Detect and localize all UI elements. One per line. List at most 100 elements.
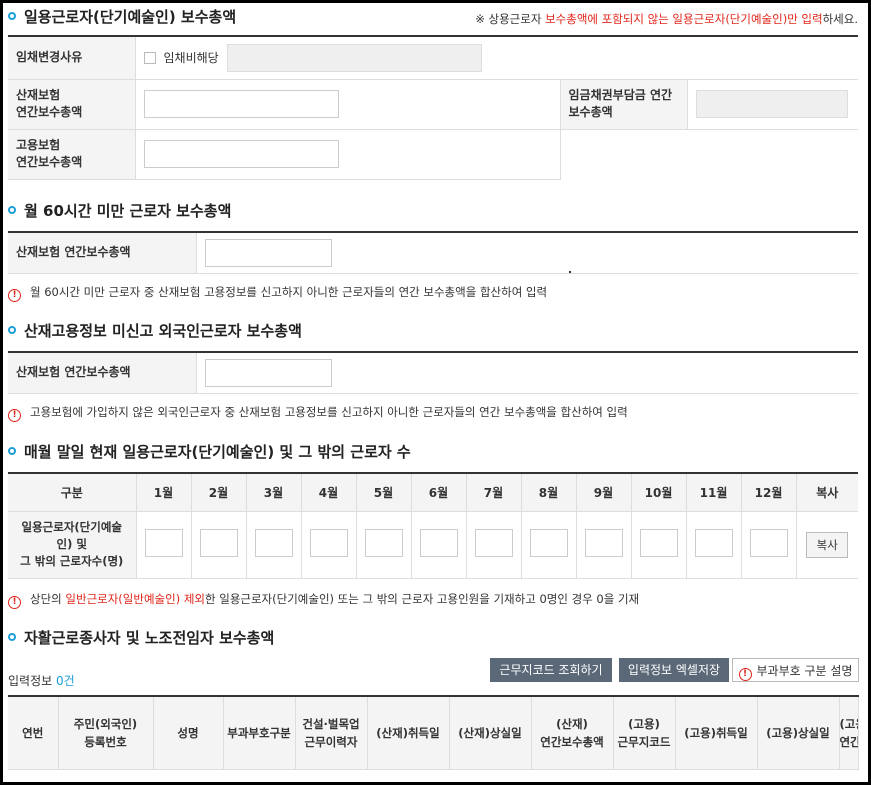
notice-highlight: 보수총액에 포함되지 않는 일용근로자(단기예술인)만 입력 xyxy=(545,12,823,26)
list-col-header: (고용)상실일 xyxy=(757,696,840,770)
month-cell xyxy=(136,511,192,579)
report-form-page: 일용근로자(단기예술인) 보수총액 ※ 상용근로자 보수총액에 포함되지 않는 … xyxy=(3,3,868,782)
month-cell xyxy=(411,511,467,579)
label-line: 일용근로자(단기예술 xyxy=(21,520,122,534)
col-header-copy: 복사 xyxy=(796,473,858,512)
copy-cell: 복사 xyxy=(796,511,858,579)
table-header-row: 구분 1월 2월 3월 4월 5월 6월 7월 8월 9월 10월 11월 12월 복사 xyxy=(8,473,858,512)
label-line: 그 밖의 근로자수(명) xyxy=(20,554,124,568)
selfemp-list-table: 연번 주민(외국인) 등록번호 성명 부과부호구분 건설·벌목업 근무이력자 (산재)취득일 (… xyxy=(8,695,859,770)
reason-input xyxy=(226,43,482,72)
section-bullet-icon xyxy=(8,326,16,334)
header-line: 연간보 xyxy=(839,734,858,749)
foreign-label: 산재보험 연간보수총액 xyxy=(8,352,197,394)
month-count-input[interactable] xyxy=(364,529,403,557)
month-count-input[interactable] xyxy=(694,529,733,557)
header-line: 성명 xyxy=(177,725,199,740)
month-count-input[interactable] xyxy=(639,529,678,557)
section-title-text: 매월 말일 현재 일용근로자(단기예술인) 및 그 밖의 근로자 수 xyxy=(24,443,411,461)
sanjae-annual-wage-input[interactable] xyxy=(143,90,339,118)
wage-bond-cell xyxy=(687,79,859,130)
month-count-input[interactable] xyxy=(254,529,293,557)
month-cell xyxy=(246,511,302,579)
month-cell xyxy=(356,511,412,579)
header-line: (고용)상실일 xyxy=(766,725,830,740)
month-cell xyxy=(191,511,247,579)
foreign-note: ! 고용보험에 가입하지 않은 외국인근로자 중 산재보험 고용정보를 신고하지 … xyxy=(8,404,628,422)
month-count-input[interactable] xyxy=(474,529,513,557)
list-col-header: (산재)취득일 xyxy=(367,696,450,770)
section-bullet-icon xyxy=(8,206,16,214)
notice-prefix: ※ 상용근로자 xyxy=(475,12,546,26)
month-count-input[interactable] xyxy=(144,529,183,557)
col-header-month: 11월 xyxy=(686,473,742,512)
col-header-month: 8월 xyxy=(521,473,577,512)
under60-table: 산재보험 연간보수총액 xyxy=(8,231,858,274)
header-line: 근무이력자 xyxy=(304,734,358,749)
header-line: (산재) xyxy=(556,716,588,731)
note-text: 월 60시간 미만 근로자 중 산재보험 고용정보를 신고하지 아니한 근로자들… xyxy=(30,285,548,299)
foreign-wage-input[interactable] xyxy=(204,358,332,387)
foreign-cell xyxy=(196,352,858,394)
label-line: 인) 및 xyxy=(56,537,87,551)
warning-icon: ! xyxy=(8,289,21,302)
stray-dot xyxy=(569,271,571,273)
window-frame: 일용근로자(단기예술인) 보수총액 ※ 상용근로자 보수총액에 포함되지 않는 … xyxy=(0,0,871,785)
table-row: 산재보험 연간보수총액 임금채권부담금 연간 보수총액 xyxy=(8,79,859,130)
label-line: 고용보험 xyxy=(16,138,61,152)
note-highlight: 일반근로자(일반예술인) 제외 xyxy=(65,592,205,606)
header-line: (고용)취득일 xyxy=(684,725,748,740)
note-prefix: 상단의 xyxy=(30,592,66,606)
list-col-header: 부과부호구분 xyxy=(223,696,296,770)
reason-cell: 임채비해당 xyxy=(135,36,859,80)
foreign-table: 산재보험 연간보수총액 xyxy=(8,351,858,394)
section-title-under60: 월 60시간 미만 근로자 보수총액 xyxy=(8,200,231,222)
table-header-row: 연번 주민(외국인) 등록번호 성명 부과부호구분 건설·벌목업 근무이력자 (산재)취득일 (… xyxy=(8,696,859,770)
header-line: (산재)상실일 xyxy=(458,725,522,740)
month-count-input[interactable] xyxy=(419,529,458,557)
copy-button[interactable]: 복사 xyxy=(806,531,849,558)
section-bullet-icon xyxy=(8,633,16,641)
col-header-month: 1월 xyxy=(136,473,192,512)
list-col-header: 성명 xyxy=(153,696,224,770)
col-header-month: 9월 xyxy=(576,473,632,512)
table-row: 산재보험 연간보수총액 xyxy=(8,352,858,394)
header-line: (산재)취득일 xyxy=(376,725,440,740)
month-count-input[interactable] xyxy=(584,529,623,557)
list-col-header: 연번 xyxy=(8,696,59,770)
note-text: 고용보험에 가입하지 않은 외국인근로자 중 산재보험 고용정보를 신고하지 아… xyxy=(30,405,628,419)
info-label: 입력정보 xyxy=(8,674,56,688)
month-count-input[interactable] xyxy=(749,529,788,557)
col-header-month: 3월 xyxy=(246,473,302,512)
list-col-header: (고용)취득일 xyxy=(675,696,758,770)
lookup-workplace-code-button[interactable]: 근무지코드 조회하기 xyxy=(490,658,612,682)
section-title-monthly: 매월 말일 현재 일용근로자(단기예술인) 및 그 밖의 근로자 수 xyxy=(8,441,411,463)
section-title-daily: 일용근로자(단기예술인) 보수총액 xyxy=(8,6,236,28)
under60-wage-input[interactable] xyxy=(204,238,332,267)
col-header-month: 6월 xyxy=(411,473,467,512)
reason-label: 임채변경사유 xyxy=(8,36,136,80)
goyong-annual-wage-input[interactable] xyxy=(143,140,339,168)
section-title-text: 일용근로자(단기예술인) 보수총액 xyxy=(24,8,237,26)
list-col-header: (고용) 근무지코드 xyxy=(613,696,676,770)
list-col-header: 건설·벌목업근무이력자 xyxy=(295,696,368,770)
header-line: 근무지코드 xyxy=(617,734,671,749)
month-count-input[interactable] xyxy=(529,529,568,557)
label-line: 연간보수총액 xyxy=(16,105,83,119)
under60-cell xyxy=(196,232,858,274)
reason-checkbox[interactable] xyxy=(143,51,156,64)
explain-code-button[interactable]: ! 부과부호 구분 설명 xyxy=(732,658,859,682)
month-count-input[interactable] xyxy=(199,529,238,557)
wage-bond-label: 임금채권부담금 연간 보수총액 xyxy=(560,79,688,130)
section-title-foreign: 산재고용정보 미신고 외국인근로자 보수총액 xyxy=(8,320,302,342)
col-header-month: 12월 xyxy=(741,473,797,512)
excel-save-button[interactable]: 입력정보 엑셀저장 xyxy=(619,658,729,682)
month-cell xyxy=(741,511,797,579)
header-line: (고용) xyxy=(839,716,858,731)
input-info-count: 입력정보 0건 xyxy=(8,672,75,689)
row-header-worker-count: 일용근로자(단기예술인) 및그 밖의 근로자수(명) xyxy=(8,511,137,579)
label-line: 보수총액 xyxy=(568,105,613,119)
goyong-label: 고용보험 연간보수총액 xyxy=(8,129,136,180)
month-count-input[interactable] xyxy=(309,529,348,557)
header-line: 건설·벌목업 xyxy=(302,716,360,731)
